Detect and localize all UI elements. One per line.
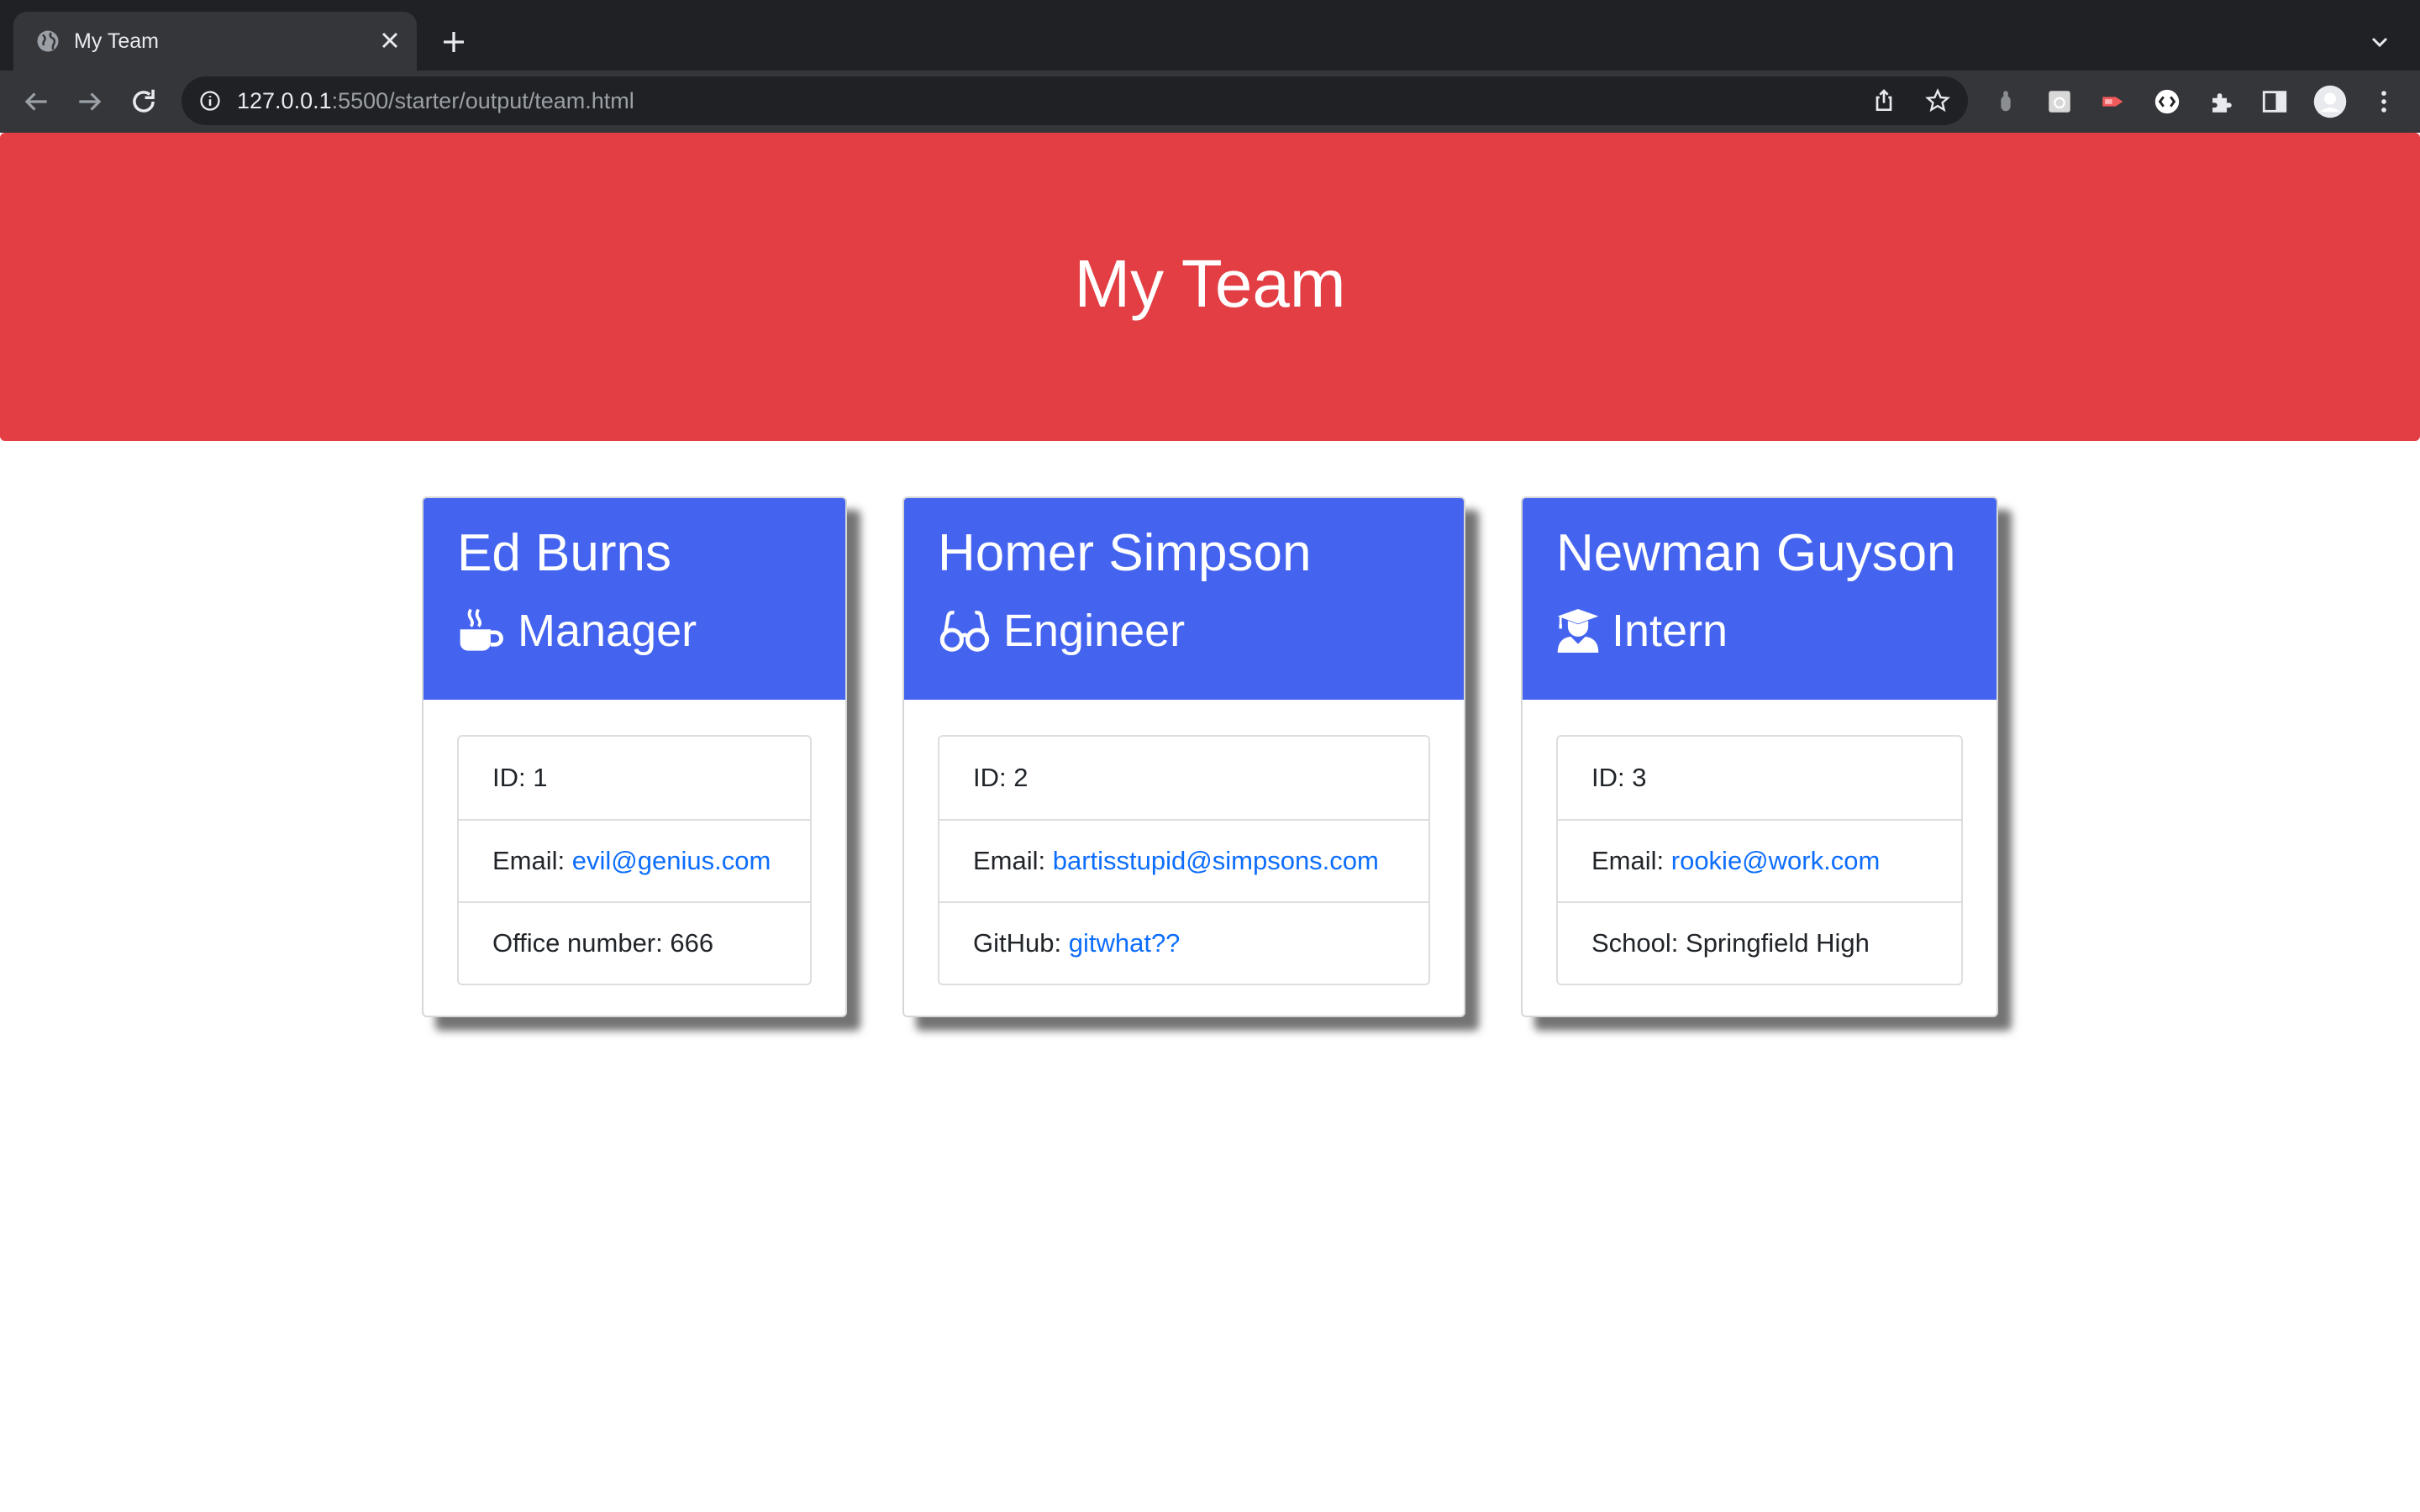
employee-id-text: ID: 3	[1591, 763, 1647, 792]
employee-school: School: Springfield High	[1558, 901, 1961, 984]
employee-id-text: ID: 1	[492, 763, 548, 792]
github-label: GitHub:	[973, 928, 1069, 958]
forward-arrow-icon[interactable]	[74, 86, 106, 118]
email-link[interactable]: evil@genius.com	[572, 846, 771, 876]
office-number-text: Office number: 666	[492, 928, 714, 958]
employee-card-engineer: Homer Simpson Engineer ID: 2 Email: bart…	[902, 496, 1465, 1017]
reload-icon[interactable]	[128, 86, 160, 118]
close-tab-icon[interactable]	[376, 27, 403, 54]
employee-role: Intern	[1556, 606, 1728, 656]
email-label: Email:	[492, 846, 572, 875]
bookmark-star-icon[interactable]	[1924, 87, 1951, 114]
employee-office-number: Office number: 666	[459, 901, 810, 984]
email-link[interactable]: rookie@work.com	[1671, 846, 1881, 876]
side-panel-icon[interactable]	[2260, 87, 2289, 116]
browser-tab-strip: My Team	[0, 0, 2420, 71]
card-header: Ed Burns Manager	[424, 498, 845, 700]
employee-info-list: ID: 2 Email: bartisstupid@simpsons.com G…	[938, 735, 1430, 985]
new-tab-plus-icon[interactable]	[439, 27, 469, 57]
browser-tab[interactable]: My Team	[13, 12, 417, 71]
profile-avatar-icon[interactable]	[2312, 84, 2348, 119]
extension-dropper-icon[interactable]	[1991, 87, 2020, 116]
employee-id-text: ID: 2	[973, 763, 1028, 792]
employee-id: ID: 3	[1558, 737, 1961, 819]
employee-name: Newman Guyson	[1556, 524, 1956, 582]
employee-info-list: ID: 3 Email: rookie@work.com School: Spr…	[1556, 735, 1963, 985]
browser-menu-icon[interactable]	[2370, 87, 2398, 116]
email-link[interactable]: bartisstupid@simpsons.com	[1053, 846, 1379, 876]
employee-email: Email: rookie@work.com	[1558, 819, 1961, 901]
extension-dev-icon[interactable]	[2153, 87, 2181, 116]
extension-camera-icon[interactable]	[2045, 87, 2074, 116]
extension-record-icon[interactable]	[2099, 87, 2128, 116]
card-header: Newman Guyson Intern	[1523, 498, 1996, 700]
school-text: School: Springfield High	[1591, 928, 1870, 958]
site-info-icon[interactable]	[198, 89, 222, 113]
url-text: 127.0.0.1:5500/starter/output/team.html	[237, 87, 634, 114]
user-graduate-icon	[1557, 609, 1599, 653]
extensions-puzzle-icon[interactable]	[2207, 87, 2235, 116]
github-link[interactable]: gitwhat??	[1069, 928, 1181, 958]
tab-title: My Team	[74, 29, 159, 53]
email-label: Email:	[973, 846, 1053, 875]
employee-name: Ed Burns	[457, 524, 672, 582]
employee-info-list: ID: 1 Email: evil@genius.com Office numb…	[457, 735, 812, 985]
employee-name: Homer Simpson	[938, 524, 1312, 582]
page-title: My Team	[1074, 246, 1346, 321]
employee-id: ID: 2	[939, 737, 1428, 819]
back-arrow-icon[interactable]	[20, 86, 52, 118]
employee-github: GitHub: gitwhat??	[939, 901, 1428, 984]
mug-hot-icon	[460, 608, 503, 651]
url-host: 127.0.0.1	[237, 88, 332, 113]
url-path: :5500/starter/output/team.html	[331, 88, 634, 113]
page-header: My Team	[0, 133, 2420, 441]
globe-icon	[37, 30, 59, 52]
card-header: Homer Simpson Engineer	[904, 498, 1464, 700]
employee-role-label: Manager	[518, 606, 697, 656]
employee-card-manager: Ed Burns Manager ID: 1 Email: evil@geniu…	[422, 496, 847, 1017]
page-content: My Team Ed Burns Manager ID: 1 Email: ev…	[0, 133, 2420, 1512]
glasses-icon	[939, 611, 990, 652]
employee-email: Email: bartisstupid@simpsons.com	[939, 819, 1428, 901]
address-bar[interactable]: 127.0.0.1:5500/starter/output/team.html	[182, 76, 1968, 125]
share-icon[interactable]	[1870, 87, 1897, 114]
email-label: Email:	[1591, 846, 1671, 875]
employee-role-label: Intern	[1612, 606, 1728, 656]
employee-id: ID: 1	[459, 737, 810, 819]
browser-toolbar: 127.0.0.1:5500/starter/output/team.html	[0, 71, 2420, 133]
employee-role-label: Engineer	[1003, 606, 1186, 656]
tab-search-chevron-icon[interactable]	[2366, 29, 2393, 55]
employee-role: Manager	[457, 606, 697, 656]
employee-card-intern: Newman Guyson Intern ID: 3 Email: rookie…	[1521, 496, 1998, 1017]
employee-role: Engineer	[938, 606, 1185, 656]
employee-email: Email: evil@genius.com	[459, 819, 810, 901]
